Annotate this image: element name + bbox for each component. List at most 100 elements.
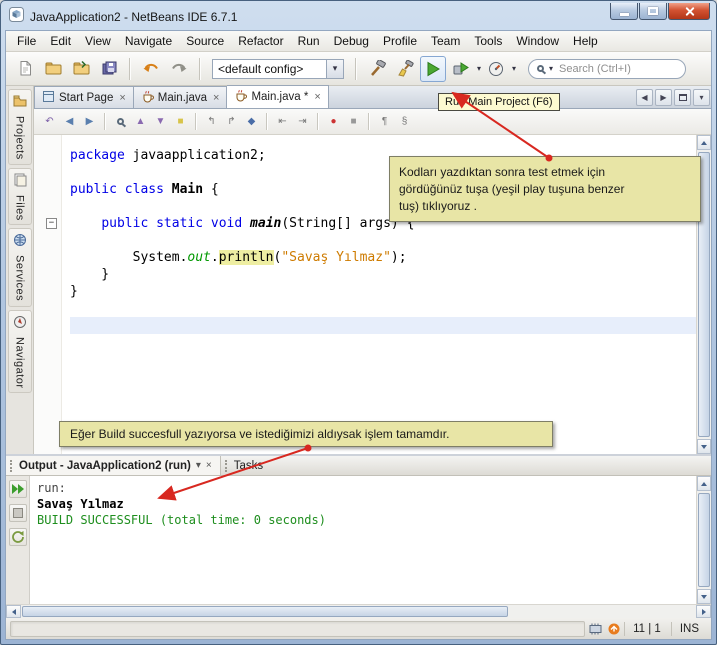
tab-close-icon[interactable]: ×: [314, 91, 320, 103]
menu-debug[interactable]: Debug: [327, 32, 376, 50]
last-edit-position-icon[interactable]: ↶: [40, 112, 59, 131]
stop-build-button[interactable]: [9, 504, 27, 522]
scrollbar-thumb[interactable]: [698, 493, 710, 587]
forward-icon[interactable]: ▶: [80, 112, 99, 131]
sidebar-item-navigator[interactable]: Navigator: [8, 310, 32, 394]
maximize-button[interactable]: [639, 3, 667, 20]
update-notification-icon[interactable]: [608, 623, 620, 635]
tab-tasks[interactable]: Tasks: [221, 456, 271, 475]
code-line-8[interactable]: }: [70, 266, 696, 283]
fold-collapse-icon[interactable]: −: [46, 218, 57, 229]
tab-output[interactable]: Output - JavaApplication2 (run) ▾ ×: [6, 456, 221, 475]
start-macro-recording-icon[interactable]: ●: [324, 112, 343, 131]
menu-source[interactable]: Source: [179, 32, 231, 50]
menu-tools[interactable]: Tools: [467, 32, 509, 50]
refresh-button[interactable]: [9, 528, 27, 546]
toggle-highlight-icon[interactable]: ■: [171, 112, 190, 131]
drag-grip-icon[interactable]: [225, 460, 229, 472]
menu-help[interactable]: Help: [566, 32, 605, 50]
tab-close-icon[interactable]: ×: [213, 92, 219, 104]
code-line-9[interactable]: }: [70, 283, 696, 300]
netbeans-window: JavaApplication2 - NetBeans IDE 6.7.1 Fi…: [0, 0, 717, 645]
left-dock-bar: Projects Files Services Navigator: [6, 86, 34, 454]
scrollbar-thumb[interactable]: [22, 606, 508, 617]
sidebar-item-files[interactable]: Files: [8, 168, 32, 226]
scroll-down-button[interactable]: [697, 589, 711, 604]
scroll-tabs-right-button[interactable]: ▶: [655, 89, 672, 106]
scroll-up-button[interactable]: [697, 135, 711, 150]
code-line-6[interactable]: [70, 232, 696, 249]
scroll-up-button[interactable]: [697, 476, 711, 491]
scroll-tabs-left-button[interactable]: ◀: [636, 89, 653, 106]
chevron-down-icon[interactable]: ▾: [477, 64, 481, 73]
output-console[interactable]: run:Savaş YılmazBUILD SUCCESSFUL (total …: [30, 476, 696, 604]
shift-left-icon[interactable]: ⇤: [273, 112, 292, 131]
tab-start-page[interactable]: Start Page ×: [34, 86, 134, 108]
toggle-bookmark-icon[interactable]: ◆: [242, 112, 261, 131]
undo-button[interactable]: [138, 56, 164, 82]
menu-view[interactable]: View: [78, 32, 118, 50]
comment-icon[interactable]: ¶: [375, 112, 394, 131]
minimize-button[interactable]: [610, 3, 638, 20]
profile-main-project-button[interactable]: [483, 56, 509, 82]
right-arrow-icon: [702, 609, 706, 615]
code-line-10[interactable]: [70, 300, 696, 317]
output-options-icon[interactable]: ▾: [196, 460, 201, 471]
clean-build-project-button[interactable]: [392, 56, 418, 82]
previous-bookmark-icon[interactable]: ↰: [202, 112, 221, 131]
scrollbar-track[interactable]: [21, 605, 696, 618]
back-icon[interactable]: ◀: [60, 112, 79, 131]
code-line-11[interactable]: [70, 317, 696, 334]
menu-team[interactable]: Team: [424, 32, 467, 50]
output-horizontal-scrollbar[interactable]: [6, 604, 711, 618]
tab-main-java[interactable]: Main.java ×: [134, 86, 228, 108]
sidebar-item-services[interactable]: Services: [8, 228, 32, 306]
run-main-project-button[interactable]: [420, 56, 446, 82]
menu-edit[interactable]: Edit: [43, 32, 78, 50]
menu-refactor[interactable]: Refactor: [231, 32, 290, 50]
chevron-down-icon[interactable]: ▾: [512, 64, 516, 73]
menu-run[interactable]: Run: [291, 32, 327, 50]
next-occurrence-icon[interactable]: ▼: [151, 112, 170, 131]
redo-button[interactable]: [166, 56, 192, 82]
java-file-icon: [141, 90, 154, 106]
quick-search[interactable]: ▾: [528, 59, 686, 79]
scrollbar-track[interactable]: [697, 491, 711, 589]
output-vertical-scrollbar[interactable]: [696, 476, 711, 604]
search-input[interactable]: [557, 62, 677, 76]
maximize-editor-button[interactable]: [674, 89, 691, 106]
menu-profile[interactable]: Profile: [376, 32, 424, 50]
menu-file[interactable]: File: [10, 32, 43, 50]
tab-main-java-modified[interactable]: Main.java * ×: [227, 85, 328, 108]
next-bookmark-icon[interactable]: ↱: [222, 112, 241, 131]
title-bar[interactable]: JavaApplication2 - NetBeans IDE 6.7.1: [1, 1, 716, 30]
close-button[interactable]: [668, 3, 710, 20]
save-all-button[interactable]: [96, 56, 122, 82]
menu-window[interactable]: Window: [509, 32, 566, 50]
scroll-left-button[interactable]: [6, 605, 21, 618]
new-project-button[interactable]: [40, 56, 66, 82]
debug-main-project-button[interactable]: [448, 56, 474, 82]
output-close-icon[interactable]: ×: [206, 460, 212, 471]
chevron-down-icon[interactable]: ▾: [326, 60, 343, 78]
menu-navigate[interactable]: Navigate: [118, 32, 179, 50]
scroll-right-button[interactable]: [696, 605, 711, 618]
tab-close-icon[interactable]: ×: [119, 92, 125, 104]
stop-macro-recording-icon[interactable]: ■: [344, 112, 363, 131]
config-select[interactable]: <default config> ▾: [212, 59, 344, 79]
new-file-button[interactable]: [12, 56, 38, 82]
shift-right-icon[interactable]: ⇥: [293, 112, 312, 131]
rerun-button[interactable]: [9, 480, 27, 498]
build-project-button[interactable]: [364, 56, 390, 82]
tab-list-button[interactable]: ▾: [693, 89, 710, 106]
find-icon[interactable]: [111, 112, 130, 131]
chevron-down-icon[interactable]: ▾: [549, 64, 553, 73]
previous-occurrence-icon[interactable]: ▲: [131, 112, 150, 131]
scroll-down-button[interactable]: [697, 439, 711, 454]
drag-grip-icon[interactable]: [10, 460, 14, 472]
sidebar-item-projects[interactable]: Projects: [8, 89, 32, 165]
memory-status-icon[interactable]: [589, 623, 602, 635]
open-project-button[interactable]: [68, 56, 94, 82]
code-line-7[interactable]: System.out.println("Savaş Yılmaz");: [70, 249, 696, 266]
uncomment-icon[interactable]: §: [395, 112, 414, 131]
